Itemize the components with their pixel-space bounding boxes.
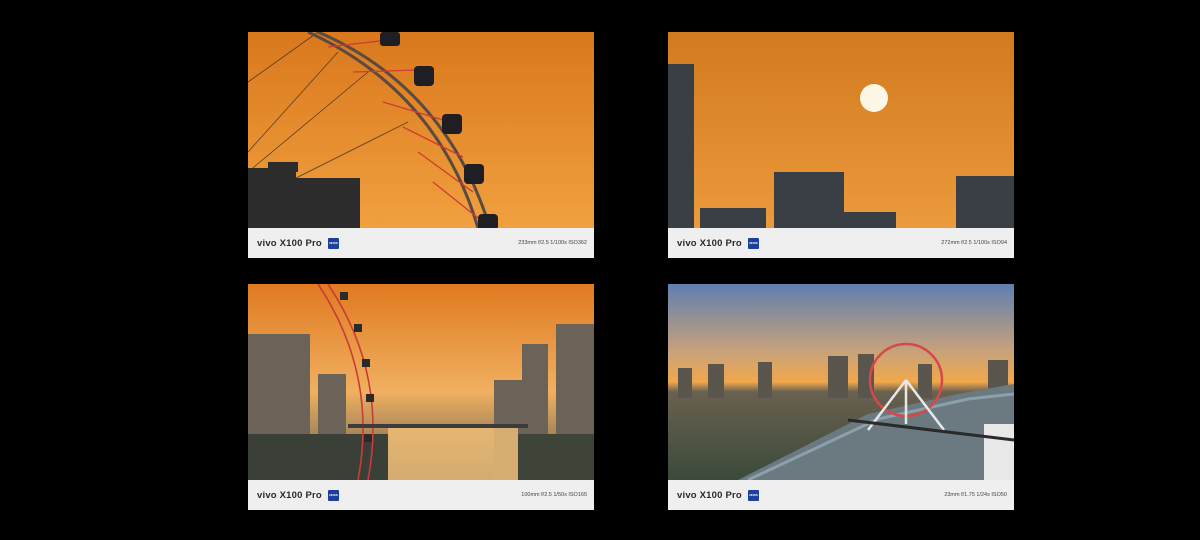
brand-label: vivo X100 Pro [677, 489, 742, 501]
photo-caption-bar: vivo X100 Pro ZEISS 100mm f/2.5 1/50s IS… [248, 480, 594, 510]
photo-caption-bar: vivo X100 Pro ZEISS 23mm f/1.75 1/24s IS… [668, 480, 1014, 510]
brand-label: vivo X100 Pro [677, 237, 742, 249]
photo-ferris-closeup [248, 32, 594, 228]
photo-card-river-city: vivo X100 Pro ZEISS 100mm f/2.5 1/50s IS… [248, 284, 594, 510]
photo-caption-bar: vivo X100 Pro ZEISS 272mm f/2.5 1/100s I… [668, 228, 1014, 258]
photo-aerial-wide [668, 284, 1014, 480]
exif-label: 100mm f/2.5 1/50s ISO165 [521, 492, 587, 498]
exif-label: 23mm f/1.75 1/24s ISO50 [944, 492, 1007, 498]
zeiss-logo-icon: ZEISS [327, 237, 339, 249]
photo-caption-bar: vivo X100 Pro ZEISS 233mm f/2.5 1/100s I… [248, 228, 594, 258]
photo-river-city [248, 284, 594, 480]
zeiss-logo-icon: ZEISS [327, 489, 339, 501]
brand-label: vivo X100 Pro [257, 237, 322, 249]
photo-card-ferris-closeup: vivo X100 Pro ZEISS 233mm f/2.5 1/100s I… [248, 32, 594, 258]
zeiss-logo-icon: ZEISS [747, 237, 759, 249]
photo-card-sunset-sun: vivo X100 Pro ZEISS 272mm f/2.5 1/100s I… [668, 32, 1014, 258]
photo-card-aerial-wide: vivo X100 Pro ZEISS 23mm f/1.75 1/24s IS… [668, 284, 1014, 510]
brand-label: vivo X100 Pro [257, 489, 322, 501]
zeiss-logo-icon: ZEISS [747, 489, 759, 501]
exif-label: 233mm f/2.5 1/100s ISO362 [518, 240, 587, 246]
photo-sunset-sun [668, 32, 1014, 228]
slide-canvas: { "photos": [ {"brand": "vivo X100 Pro",… [0, 0, 1200, 540]
exif-label: 272mm f/2.5 1/100s ISO94 [941, 240, 1007, 246]
